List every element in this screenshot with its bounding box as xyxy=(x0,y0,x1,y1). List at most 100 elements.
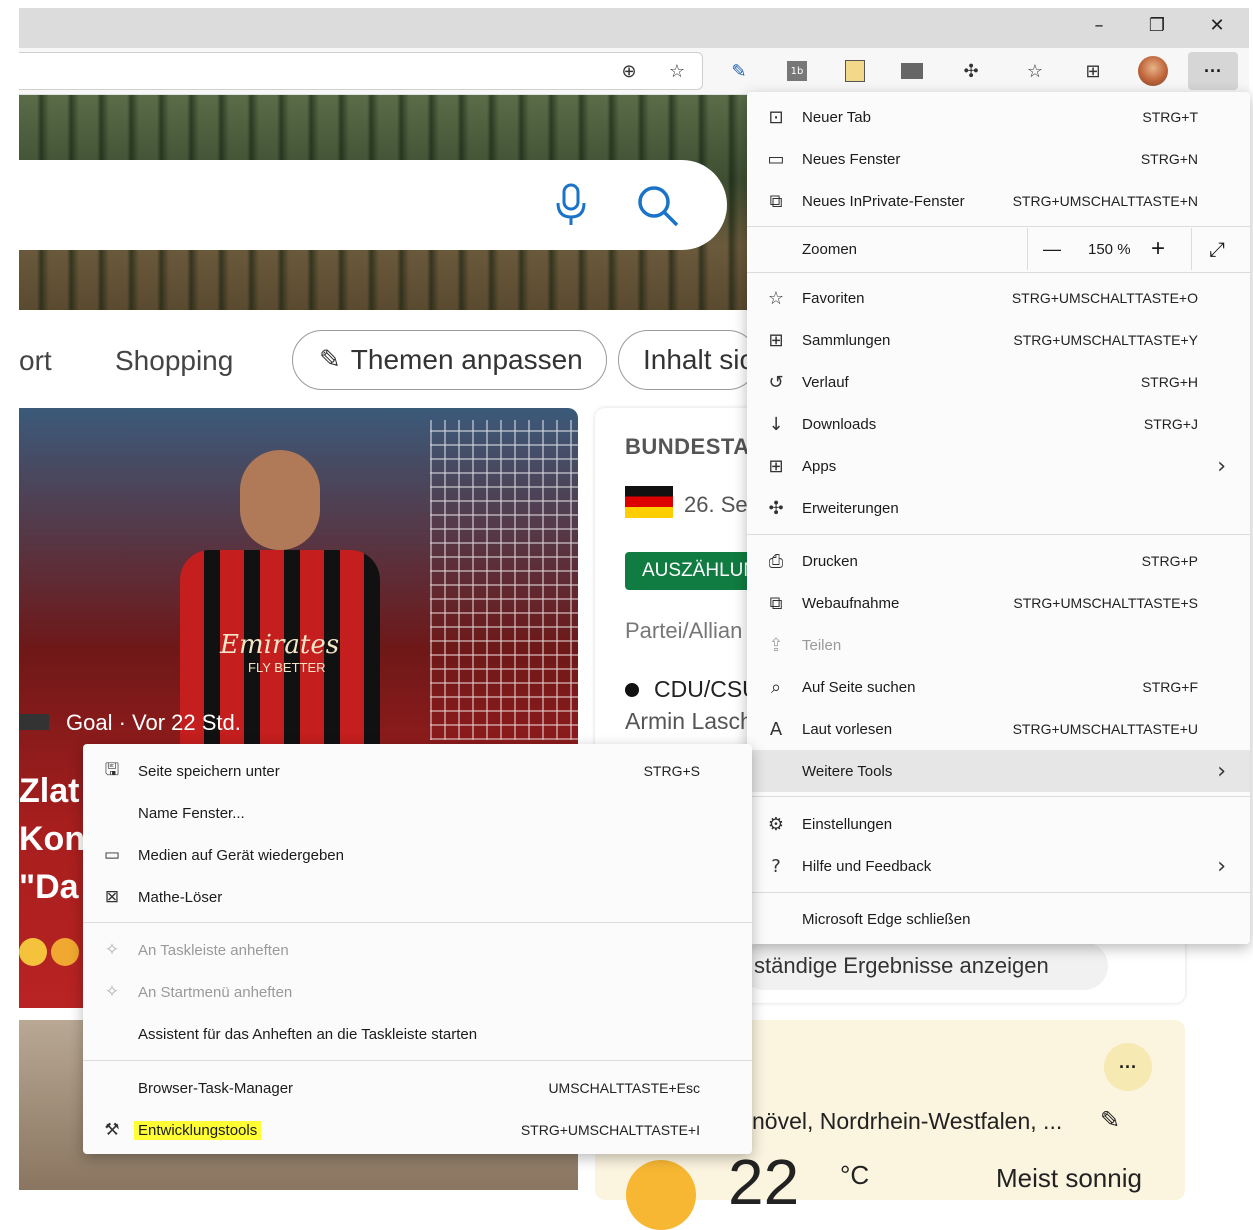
web-search-box[interactable] xyxy=(19,160,727,250)
menu-divider xyxy=(747,892,1250,893)
election-title: BUNDESTA xyxy=(625,434,750,459)
menu-label: Apps xyxy=(802,457,837,475)
menu-item-help[interactable]: ? Hilfe und Feedback › xyxy=(747,845,1250,887)
microphone-icon[interactable] xyxy=(555,183,587,232)
extension-1-icon[interactable]: ✎ xyxy=(724,56,754,86)
menu-item-extensions[interactable]: ✣ Erweiterungen xyxy=(747,487,1250,529)
close-button[interactable]: ✕ xyxy=(1194,8,1240,42)
weather-unit[interactable]: °C xyxy=(840,1160,869,1191)
menu-item-print[interactable]: ⎙ Drucken STRG+P xyxy=(747,540,1250,582)
content-label: Inhalt sic xyxy=(643,344,754,375)
menu-item-close-edge[interactable]: Microsoft Edge schließen xyxy=(747,898,1250,940)
content-visible-button[interactable]: Inhalt sic xyxy=(618,330,758,390)
submenu-item-math-solver[interactable]: ⊠ Mathe-Löser xyxy=(83,876,752,918)
election-date: 26. Se xyxy=(684,492,748,517)
favorite-add-icon[interactable]: ☆ xyxy=(662,56,692,86)
extension-4-icon[interactable] xyxy=(897,56,927,86)
cast-icon: ▭ xyxy=(103,845,121,865)
submenu-label: Medien auf Gerät wiedergeben xyxy=(138,846,344,864)
shirt-sponsor-sub: FLY BETTER xyxy=(248,660,326,675)
submenu-label: An Taskleiste anheften xyxy=(138,941,289,959)
menu-item-read-aloud[interactable]: A Laut vorlesen STRG+UMSCHALTTASTE+U xyxy=(747,708,1250,750)
menu-label: Drucken xyxy=(802,552,858,570)
menu-item-web-capture[interactable]: ⧉ Webaufnahme STRG+UMSCHALTTASTE+S xyxy=(747,582,1250,624)
menu-shortcut: STRG+UMSCHALTTASTE+N xyxy=(1012,193,1198,209)
menu-item-more-tools[interactable]: Weitere Tools › xyxy=(747,750,1250,792)
customize-label: Themen anpassen xyxy=(350,344,583,375)
more-tools-submenu: 🖫 Seite speichern unter STRG+S Name Fens… xyxy=(83,744,752,1154)
submenu-item-cast-media[interactable]: ▭ Medien auf Gerät wiedergeben xyxy=(83,834,752,876)
submenu-label: Mathe-Löser xyxy=(138,888,223,906)
favorites-icon[interactable]: ☆ xyxy=(1020,56,1050,86)
zoom-level: 150 % xyxy=(1088,240,1131,258)
menu-item-find[interactable]: ⌕ Auf Seite suchen STRG+F xyxy=(747,666,1250,708)
germany-flag-icon xyxy=(625,486,673,518)
menu-shortcut: STRG+UMSCHALTTASTE+O xyxy=(1011,290,1198,306)
menu-item-downloads[interactable]: ↓ Downloads STRG+J xyxy=(747,403,1250,445)
address-bar[interactable] xyxy=(19,52,703,90)
menu-item-favorites[interactable]: ☆ Favoriten STRG+UMSCHALTTASTE+O xyxy=(747,277,1250,319)
chevron-right-icon: › xyxy=(1217,853,1226,879)
nav-item-sport[interactable]: ort xyxy=(19,345,52,377)
apps-icon: ⊞ xyxy=(768,455,784,477)
submenu-item-pin-wizard[interactable]: Assistent für das Anheften an die Taskle… xyxy=(83,1013,752,1055)
restore-button[interactable]: ❐ xyxy=(1134,8,1180,42)
news-headline-2[interactable]: Kon xyxy=(19,820,85,859)
shirt-sponsor: Emirates xyxy=(220,630,340,660)
submenu-item-name-window[interactable]: Name Fenster... xyxy=(83,792,752,834)
zoom-in-button[interactable]: + xyxy=(1151,235,1165,263)
minimize-button[interactable]: – xyxy=(1076,8,1122,42)
menu-label: Hilfe und Feedback xyxy=(802,857,932,875)
profile-avatar[interactable] xyxy=(1138,56,1168,86)
menu-item-settings[interactable]: ⚙ Einstellungen xyxy=(747,803,1250,845)
menu-item-inprivate[interactable]: ⧉ Neues InPrivate-Fenster STRG+UMSCHALTT… xyxy=(747,180,1250,222)
menu-shortcut: STRG+T xyxy=(1142,109,1198,125)
edit-location-icon[interactable]: ✎ xyxy=(1100,1106,1120,1134)
new-window-icon: ▭ xyxy=(767,148,785,170)
search-icon[interactable] xyxy=(636,184,680,233)
chevron-right-icon: › xyxy=(1217,453,1226,479)
reaction-surprised-icon xyxy=(19,938,47,966)
submenu-label: Entwicklungstools xyxy=(134,1120,262,1140)
menu-label: Neuer Tab xyxy=(802,108,871,126)
settings-more-button[interactable]: ··· xyxy=(1188,52,1238,90)
submenu-divider xyxy=(83,922,752,923)
collections-icon: ⊞ xyxy=(768,329,784,351)
submenu-item-save-page[interactable]: 🖫 Seite speichern unter STRG+S xyxy=(83,750,752,792)
menu-label: Laut vorlesen xyxy=(802,720,893,738)
candidate-name: Armin Lasch xyxy=(625,708,753,734)
menu-item-new-window[interactable]: ▭ Neues Fenster STRG+N xyxy=(747,138,1250,180)
extension-3-icon[interactable] xyxy=(840,56,870,86)
extensions-icon[interactable]: ✣ xyxy=(956,56,986,86)
zoom-icon[interactable]: ⊕ xyxy=(614,56,644,86)
zoom-out-button[interactable]: — xyxy=(1043,239,1061,260)
menu-item-apps[interactable]: ⊞ Apps › xyxy=(747,445,1250,487)
pencil-icon: ✎ xyxy=(319,345,341,375)
menu-item-history[interactable]: ↺ Verlauf STRG+H xyxy=(747,361,1250,403)
news-headline-3[interactable]: "Da xyxy=(19,868,79,907)
news-headline-1[interactable]: Zlat xyxy=(19,772,79,811)
submenu-item-pin-taskbar: ✧ An Taskleiste anheften xyxy=(83,929,752,971)
submenu-label: Seite speichern unter xyxy=(138,762,280,780)
menu-item-collections[interactable]: ⊞ Sammlungen STRG+UMSCHALTTASTE+Y xyxy=(747,319,1250,361)
menu-shortcut: STRG+UMSCHALTTASTE+U xyxy=(1012,721,1198,737)
fullscreen-button[interactable]: ⤢ xyxy=(1209,237,1225,261)
menu-item-share: ⇪ Teilen xyxy=(747,624,1250,666)
read-aloud-icon: A xyxy=(769,718,783,740)
weather-more-button[interactable]: ··· xyxy=(1104,1043,1152,1091)
find-icon: ⌕ xyxy=(770,676,782,698)
nav-item-shopping[interactable]: Shopping xyxy=(115,345,233,377)
title-bar xyxy=(19,8,1249,48)
collections-icon[interactable]: ⊞ xyxy=(1078,56,1108,86)
pin-icon: ✧ xyxy=(104,940,120,960)
full-results-button[interactable]: ständige Ergebnisse anzeigen xyxy=(740,942,1108,990)
menu-item-new-tab[interactable]: ⊡ Neuer Tab STRG+T xyxy=(747,96,1250,138)
party-name: CDU/CSU xyxy=(654,676,759,702)
reaction-icons[interactable] xyxy=(19,938,79,966)
menu-divider xyxy=(747,226,1250,227)
customize-topics-button[interactable]: ✎ Themen anpassen xyxy=(292,330,607,390)
submenu-item-task-manager[interactable]: Browser-Task-Manager UMSCHALTTASTE+Esc xyxy=(83,1067,752,1109)
submenu-item-devtools[interactable]: ⚒ Entwicklungstools STRG+UMSCHALTTASTE+I xyxy=(83,1109,752,1151)
extension-2-icon[interactable]: 1b xyxy=(782,56,812,86)
menu-label: Webaufnahme xyxy=(802,594,900,612)
